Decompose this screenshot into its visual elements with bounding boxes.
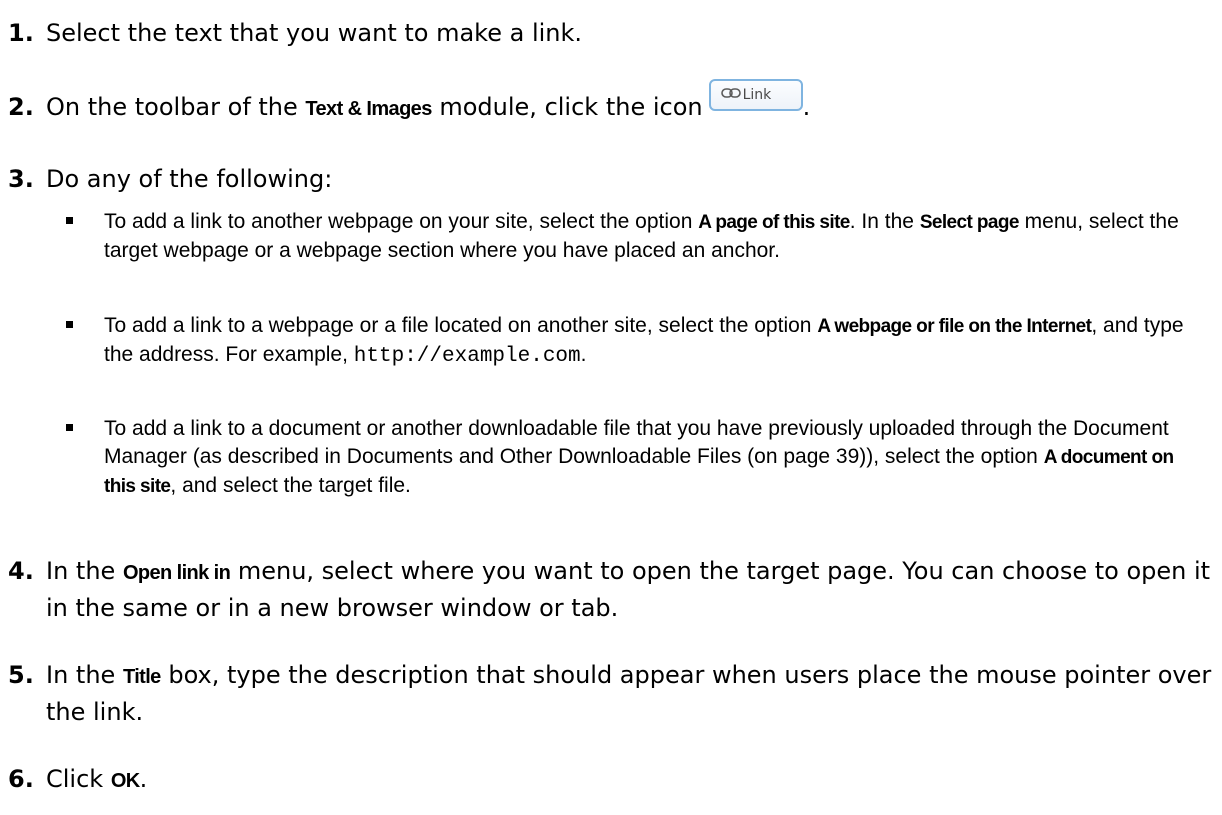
step-text: Select the text that you want to make a … [46, 19, 583, 47]
bullet-marker [66, 424, 73, 431]
step-number: 5. [8, 661, 34, 689]
step-text: On the toolbar of the Text & Images modu… [46, 79, 1212, 127]
step-text: Click OK. [46, 765, 148, 793]
step-5: 5. In the Title box, type the descriptio… [8, 658, 1212, 730]
ui-term: Title [122, 666, 161, 688]
step-number: 2. [8, 93, 34, 121]
ui-term: OK [110, 770, 140, 792]
step-1: 1. Select the text that you want to make… [8, 16, 1212, 51]
link-button[interactable]: Link [708, 79, 803, 111]
ui-term: A page of this site [698, 212, 850, 233]
example-url: http://example.com [353, 345, 581, 368]
ui-term: Select page [919, 212, 1020, 233]
step-number: 6. [8, 765, 34, 793]
step-6: 6. Click OK. [8, 762, 1212, 799]
step-number: 1. [8, 19, 34, 47]
step-4: 4. In the Open link in menu, select wher… [8, 554, 1212, 626]
list-item: To add a link to a document or another d… [66, 415, 1204, 501]
list-item: To add a link to a webpage or a file loc… [66, 312, 1204, 371]
step-number: 3. [8, 165, 34, 193]
link-button-label: Link [742, 87, 772, 103]
ui-term: Open link in [122, 562, 231, 584]
list-item-text: To add a link to a webpage or a file loc… [104, 314, 1184, 368]
document-page: 1. Select the text that you want to make… [0, 0, 1222, 815]
step-text: In the Title box, type the description t… [46, 661, 1212, 726]
step-2: 2. On the toolbar of the Text & Images m… [8, 79, 1212, 127]
bullet-marker [66, 217, 73, 224]
list-item-text: To add a link to another webpage on your… [104, 210, 1179, 262]
bullet-marker [66, 321, 73, 328]
step-text: In the Open link in menu, select where y… [46, 557, 1211, 622]
ui-term: Text & Images [305, 98, 432, 120]
ui-term: A webpage or file on the Internet [817, 316, 1092, 337]
step-text: Do any of the following: [46, 165, 333, 193]
step-number: 4. [8, 557, 34, 585]
link-chain-icon [720, 81, 741, 109]
step-3: 3. Do any of the following: [8, 162, 1212, 197]
list-item: To add a link to another webpage on your… [66, 208, 1204, 265]
list-item-text: To add a link to a document or another d… [104, 417, 1174, 497]
